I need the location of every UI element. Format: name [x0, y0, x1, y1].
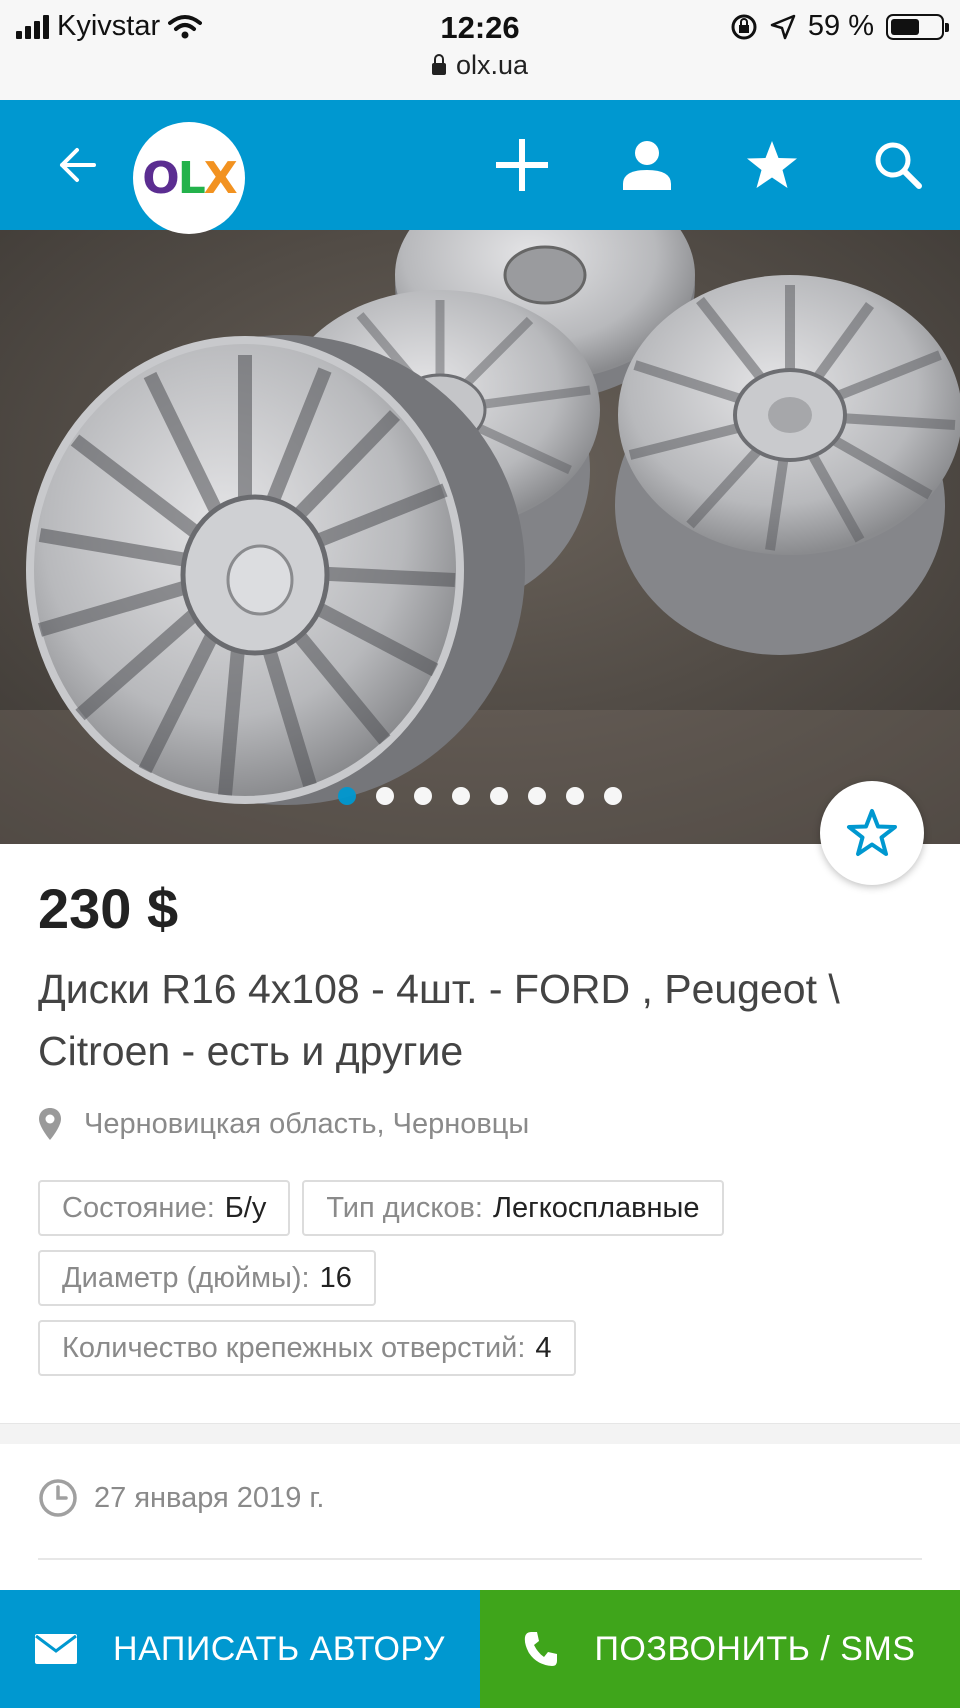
listing-date: 27 января 2019 г. [38, 1478, 324, 1518]
plus-icon [496, 139, 548, 191]
clock-icon [39, 1479, 77, 1517]
param-value: 4 [535, 1331, 552, 1364]
status-bar: Kyivstar 12:26 59 % olx.ua [0, 0, 960, 100]
param-chip-diameter[interactable]: Диаметр (дюймы): 16 [38, 1250, 376, 1306]
gallery-dot[interactable] [566, 787, 584, 805]
status-icons: 59 % [730, 10, 949, 43]
gallery-dot[interactable] [376, 787, 394, 805]
back-arrow-icon [60, 148, 96, 182]
call-sms-button[interactable]: ПОЗВОНИТЬ / SMS [480, 1590, 960, 1708]
post-ad-button[interactable] [492, 135, 552, 195]
gallery-dot[interactable] [338, 787, 356, 805]
logo-text: OLX [142, 152, 237, 204]
location-text: Черновицкая область, Черновцы [84, 1107, 530, 1140]
location-arrow-icon [770, 14, 796, 39]
date-text: 27 января 2019 г. [94, 1481, 325, 1514]
address-bar[interactable]: olx.ua [0, 50, 960, 81]
param-value: Б/у [224, 1191, 267, 1224]
write-author-label: НАПИСАТЬ АВТОРУ [113, 1629, 445, 1668]
divider-line [38, 1558, 922, 1560]
map-pin-icon [39, 1108, 61, 1140]
search-icon [875, 142, 922, 189]
favorites-button[interactable] [742, 135, 802, 195]
lock-icon [431, 54, 446, 75]
param-chip-wheel-type[interactable]: Тип дисков: Легкосплавные [302, 1180, 724, 1236]
olx-logo[interactable]: OLX [133, 122, 245, 234]
search-button[interactable] [868, 135, 928, 195]
profile-button[interactable] [617, 135, 677, 195]
call-sms-label: ПОЗВОНИТЬ / SMS [594, 1629, 916, 1668]
battery-percent: 59 % [807, 10, 874, 42]
listing-price: 230 $ [38, 877, 179, 940]
param-label: Диаметр (дюймы): [62, 1261, 310, 1294]
add-to-favorites-button[interactable] [820, 781, 924, 885]
url-text: olx.ua [455, 50, 529, 80]
star-icon [747, 141, 797, 188]
orientation-lock-icon [731, 14, 757, 39]
star-outline-icon [847, 809, 897, 856]
param-chip-condition[interactable]: Состояние: Б/у [38, 1180, 291, 1236]
write-author-button[interactable]: НАПИСАТЬ АВТОРУ [0, 1590, 480, 1708]
gallery-pagination[interactable] [0, 787, 960, 805]
listing-location[interactable]: Черновицкая область, Черновцы [38, 1107, 529, 1141]
listing-title: Диски R16 4x108 - 4шт. - FORD , Peugeot … [38, 966, 840, 1074]
param-label: Количество крепежных отверстий: [62, 1331, 526, 1364]
section-divider [0, 1423, 960, 1444]
contact-action-bar: НАПИСАТЬ АВТОРУ ПОЗВОНИТЬ / SMS [0, 1590, 960, 1708]
phone-icon [525, 1632, 558, 1666]
listing-photo[interactable] [0, 230, 960, 844]
battery-icon [886, 13, 949, 40]
back-button[interactable] [47, 135, 107, 195]
gallery-dot[interactable] [452, 787, 470, 805]
param-chip-bolt-holes[interactable]: Количество крепежных отверстий: 4 [38, 1320, 576, 1376]
user-icon [623, 141, 671, 190]
param-value: Легкосплавные [493, 1191, 700, 1224]
wheels-photo [0, 230, 960, 844]
param-label: Тип дисков: [326, 1191, 483, 1224]
param-value: 16 [319, 1261, 352, 1294]
envelope-icon [35, 1634, 78, 1664]
param-label: Состояние: [62, 1191, 215, 1224]
listing-params: Состояние: Б/у Тип дисков: Легкосплавные Д… [38, 1180, 918, 1390]
gallery-dot[interactable] [490, 787, 508, 805]
gallery-dot[interactable] [528, 787, 546, 805]
gallery-dot[interactable] [414, 787, 432, 805]
gallery-dot[interactable] [604, 787, 622, 805]
